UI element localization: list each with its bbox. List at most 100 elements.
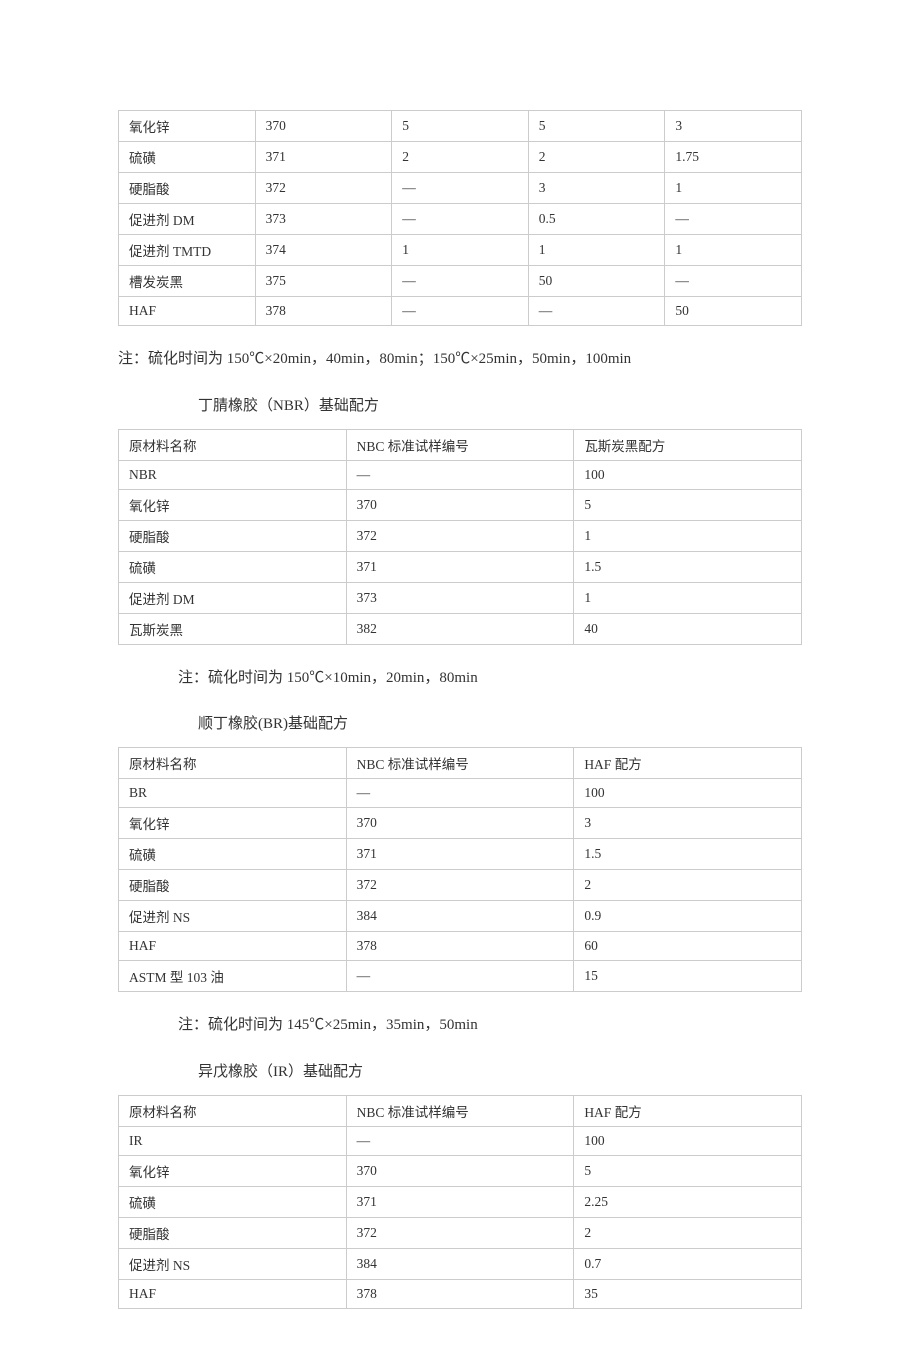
table-row: 硬脂酸 372 — 3 1 bbox=[119, 173, 802, 204]
col-code: NBC 标准试样编号 bbox=[346, 429, 574, 460]
cell-material: 促进剂 TMTD bbox=[119, 235, 256, 266]
cell-v2: 50 bbox=[528, 266, 665, 297]
cell-code: 372 bbox=[255, 173, 392, 204]
cell-material: 促进剂 NS bbox=[119, 1248, 347, 1279]
cell-code: 374 bbox=[255, 235, 392, 266]
cell-material: 氧化锌 bbox=[119, 808, 347, 839]
cell-material: 硬脂酸 bbox=[119, 520, 347, 551]
cell-material: 硫磺 bbox=[119, 142, 256, 173]
cell-v1: 5 bbox=[392, 111, 529, 142]
cell-code: — bbox=[346, 1126, 574, 1155]
cell-value: 0.9 bbox=[574, 901, 802, 932]
cell-v3: 1 bbox=[665, 173, 802, 204]
table-row: 促进剂 NS 384 0.7 bbox=[119, 1248, 802, 1279]
table-row: 硬脂酸 372 2 bbox=[119, 870, 802, 901]
cell-code: 378 bbox=[346, 1279, 574, 1308]
cell-v1: 2 bbox=[392, 142, 529, 173]
cell-value: 0.7 bbox=[574, 1248, 802, 1279]
cell-material: 氧化锌 bbox=[119, 111, 256, 142]
cell-material: 氧化锌 bbox=[119, 489, 347, 520]
table-row: ASTM 型 103 油 — 15 bbox=[119, 961, 802, 992]
table1-body: 氧化锌 370 5 5 3 硫磺 371 2 2 1.75 硬脂酸 372 — … bbox=[119, 111, 802, 326]
cell-material: 氧化锌 bbox=[119, 1155, 347, 1186]
cell-value: 1.5 bbox=[574, 551, 802, 582]
cell-material: 硬脂酸 bbox=[119, 1217, 347, 1248]
cell-v1: — bbox=[392, 266, 529, 297]
table-row: 氧化锌 370 5 5 3 bbox=[119, 111, 802, 142]
cell-v2: — bbox=[528, 297, 665, 326]
cell-code: 378 bbox=[346, 932, 574, 961]
cell-code: 371 bbox=[255, 142, 392, 173]
cell-v1: 1 bbox=[392, 235, 529, 266]
cell-v3: 1 bbox=[665, 235, 802, 266]
cell-v1: — bbox=[392, 204, 529, 235]
cell-material: 促进剂 NS bbox=[119, 901, 347, 932]
cell-v2: 2 bbox=[528, 142, 665, 173]
cell-material: 硫磺 bbox=[119, 839, 347, 870]
cell-material: 槽发炭黑 bbox=[119, 266, 256, 297]
col-material: 原材料名称 bbox=[119, 1095, 347, 1126]
col-material: 原材料名称 bbox=[119, 748, 347, 779]
cell-code: 370 bbox=[255, 111, 392, 142]
table4-body: IR — 100 氧化锌 370 5 硫磺 371 2.25 硬脂酸 372 2… bbox=[119, 1126, 802, 1308]
cell-material: 硫磺 bbox=[119, 1186, 347, 1217]
cell-v2: 0.5 bbox=[528, 204, 665, 235]
table3-body: BR — 100 氧化锌 370 3 硫磺 371 1.5 硬脂酸 372 2 … bbox=[119, 779, 802, 992]
cell-code: 370 bbox=[346, 489, 574, 520]
table-row: 氧化锌 370 5 bbox=[119, 1155, 802, 1186]
col-formula: 瓦斯炭黑配方 bbox=[574, 429, 802, 460]
cell-code: 372 bbox=[346, 1217, 574, 1248]
cell-code: 371 bbox=[346, 839, 574, 870]
heading-ir: 异戊橡胶（IR）基础配方 bbox=[198, 1060, 802, 1081]
table-header-row: 原材料名称 NBC 标准试样编号 HAF 配方 bbox=[119, 1095, 802, 1126]
cell-code: 384 bbox=[346, 901, 574, 932]
cell-value: 100 bbox=[574, 779, 802, 808]
cell-code: 370 bbox=[346, 808, 574, 839]
cell-v2: 3 bbox=[528, 173, 665, 204]
cell-code: 373 bbox=[346, 582, 574, 613]
table-row: 促进剂 DM 373 — 0.5 — bbox=[119, 204, 802, 235]
table-row: IR — 100 bbox=[119, 1126, 802, 1155]
cell-material: NBR bbox=[119, 460, 347, 489]
col-code: NBC 标准试样编号 bbox=[346, 1095, 574, 1126]
cell-material: 促进剂 DM bbox=[119, 582, 347, 613]
cell-material: 硫磺 bbox=[119, 551, 347, 582]
cell-value: 100 bbox=[574, 1126, 802, 1155]
cell-value: 1 bbox=[574, 520, 802, 551]
cell-material: ASTM 型 103 油 bbox=[119, 961, 347, 992]
cell-material: HAF bbox=[119, 932, 347, 961]
cell-value: 40 bbox=[574, 613, 802, 644]
cell-value: 60 bbox=[574, 932, 802, 961]
cell-code: 370 bbox=[346, 1155, 574, 1186]
table-header-row: 原材料名称 NBC 标准试样编号 瓦斯炭黑配方 bbox=[119, 429, 802, 460]
cell-code: 371 bbox=[346, 551, 574, 582]
cell-code: 373 bbox=[255, 204, 392, 235]
cell-value: 2 bbox=[574, 870, 802, 901]
cell-v1: — bbox=[392, 297, 529, 326]
cell-value: 100 bbox=[574, 460, 802, 489]
cell-v3: 1.75 bbox=[665, 142, 802, 173]
cell-material: HAF bbox=[119, 1279, 347, 1308]
cell-code: 378 bbox=[255, 297, 392, 326]
table-row: NBR — 100 bbox=[119, 460, 802, 489]
heading-nbr: 丁腈橡胶（NBR）基础配方 bbox=[198, 394, 802, 415]
cell-material: HAF bbox=[119, 297, 256, 326]
table-row: HAF 378 60 bbox=[119, 932, 802, 961]
cell-value: 5 bbox=[574, 1155, 802, 1186]
cell-code: — bbox=[346, 460, 574, 489]
table-row: 硬脂酸 372 1 bbox=[119, 520, 802, 551]
note-1: 注：硫化时间为 150℃×20min，40min，80min；150℃×25mi… bbox=[118, 344, 802, 376]
table-continuation: 氧化锌 370 5 5 3 硫磺 371 2 2 1.75 硬脂酸 372 — … bbox=[118, 110, 802, 326]
table2-body: NBR — 100 氧化锌 370 5 硬脂酸 372 1 硫磺 371 1.5… bbox=[119, 460, 802, 644]
cell-v1: — bbox=[392, 173, 529, 204]
note-2: 注：硫化时间为 150℃×10min，20min，80min bbox=[178, 663, 802, 695]
cell-value: 15 bbox=[574, 961, 802, 992]
table-row: 氧化锌 370 5 bbox=[119, 489, 802, 520]
cell-code: 382 bbox=[346, 613, 574, 644]
table-row: HAF 378 — — 50 bbox=[119, 297, 802, 326]
cell-v3: — bbox=[665, 204, 802, 235]
cell-code: — bbox=[346, 779, 574, 808]
cell-v3: — bbox=[665, 266, 802, 297]
note-3: 注：硫化时间为 145℃×25min，35min，50min bbox=[178, 1010, 802, 1042]
cell-material: 促进剂 DM bbox=[119, 204, 256, 235]
